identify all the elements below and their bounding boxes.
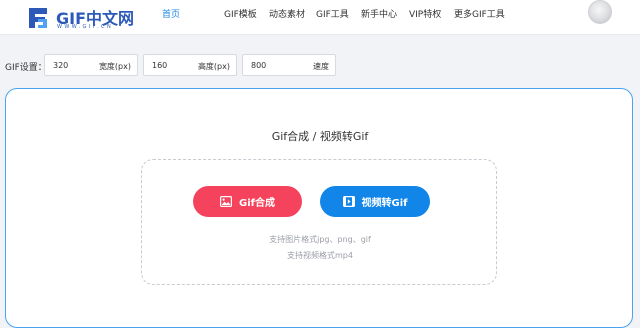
width-unit: 宽度(px) — [98, 62, 131, 71]
nav-item-more-gif-tools[interactable]: 更多GIF工具 — [454, 0, 505, 30]
width-field[interactable]: 320 宽度(px) — [44, 54, 138, 76]
nav-item-gif-templates[interactable]: GIF模板 — [224, 0, 257, 30]
gif-compose-button[interactable]: Gif合成 — [193, 186, 302, 217]
avatar[interactable] — [588, 0, 612, 24]
logo-mark-icon — [29, 8, 47, 28]
speed-unit: 速度 — [313, 62, 329, 71]
settings-label: GIF设置： — [5, 63, 47, 73]
width-value: 320 — [53, 61, 69, 70]
nav-item-vip[interactable]: VIP特权 — [409, 0, 441, 30]
speed-value: 800 — [251, 61, 267, 70]
logo-subtext: WWW.GIF.CN — [57, 24, 114, 30]
nav-item-gif-tools[interactable]: GIF工具 — [316, 0, 349, 30]
height-field[interactable]: 160 高度(px) — [143, 54, 237, 76]
nav-item-newbie-center[interactable]: 新手中心 — [361, 0, 397, 30]
image-icon — [220, 196, 232, 207]
header: GIF中文网 WWW.GIF.CN 首页 GIF模板 动态素材 GIF工具 新手… — [0, 0, 640, 35]
nav-item-animated-assets[interactable]: 动态素材 — [269, 0, 305, 30]
speed-field[interactable]: 800 速度 — [242, 54, 336, 76]
video-format-hint: 支持视频格式mp4 — [287, 251, 353, 260]
panel-title: Gif合成 / 视频转Gif — [271, 130, 369, 143]
video-to-gif-button[interactable]: 视频转Gif — [320, 186, 430, 217]
video-to-gif-label: 视频转Gif — [361, 198, 408, 209]
nav-item-home[interactable]: 首页 — [162, 0, 180, 30]
height-unit: 高度(px) — [197, 62, 230, 71]
video-icon — [342, 196, 355, 207]
gif-compose-label: Gif合成 — [239, 198, 275, 209]
height-value: 160 — [152, 61, 168, 70]
site-logo[interactable]: GIF中文网 WWW.GIF.CN — [26, 4, 136, 34]
upload-panel: Gif合成 / 视频转Gif Gif合成 视频转Gif 支持图片格式jpg、pn… — [5, 88, 633, 328]
upload-dropzone[interactable]: Gif合成 视频转Gif 支持图片格式jpg、png、gif 支持视频格式mp4 — [141, 159, 497, 285]
image-format-hint: 支持图片格式jpg、png、gif — [269, 235, 371, 244]
